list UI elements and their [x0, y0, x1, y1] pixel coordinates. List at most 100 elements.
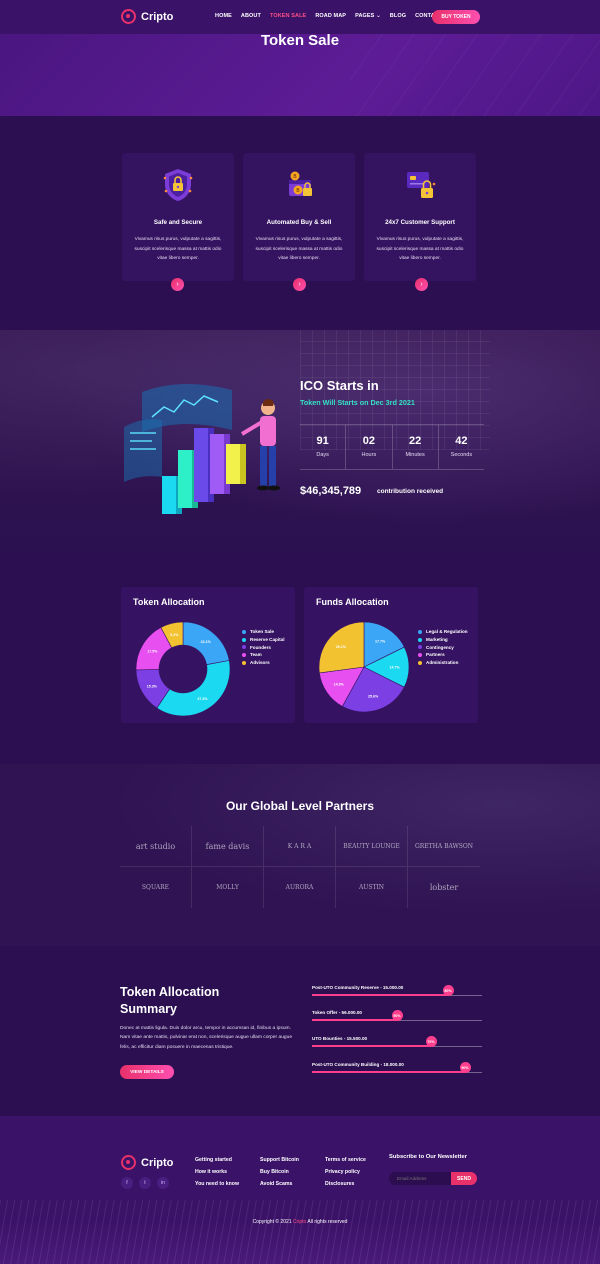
footer-links-col1: Getting started How it works You need to… — [195, 1154, 239, 1190]
progress-item: Post-UTO Community Reserve - 15.000.00 8… — [312, 985, 482, 1005]
feature-title: Safe and Secure — [153, 219, 203, 226]
countdown-label: Hours — [361, 452, 377, 458]
progress-badge: 50% — [391, 1010, 403, 1021]
partner-logo[interactable]: K A R A — [264, 826, 336, 867]
legend-label: Token Sale — [250, 629, 274, 634]
newsletter-email-input[interactable] — [389, 1172, 451, 1185]
footer-wave-decoration — [0, 1200, 600, 1264]
footer-link[interactable]: Disclosures — [325, 1178, 366, 1190]
buy-token-button[interactable]: BUY TOKEN — [432, 10, 480, 24]
legend-dot — [242, 629, 246, 634]
brand-name: Cripto — [141, 10, 174, 23]
legend-label: Team — [250, 652, 262, 658]
progress-item: UTO Bounties - 15.500.00 70% — [312, 1036, 482, 1056]
feature-arrow-button[interactable]: › — [171, 278, 184, 291]
nav-blog[interactable]: BLOG — [390, 13, 406, 19]
feature-arrow-button[interactable]: › — [293, 278, 306, 291]
legend-dot — [418, 637, 422, 642]
feature-card: B B Automated Buy & Sell Vivamus risus p… — [243, 153, 355, 281]
chevron-right-icon: › — [298, 281, 301, 288]
footer-link[interactable]: How it works — [195, 1166, 239, 1178]
funds-allocation-legend: Legal & Regulation Marketing Contingency… — [418, 628, 468, 667]
partner-logo[interactable]: lobster — [408, 867, 480, 908]
token-allocation-card: Token Allocation 22.1% 37.3% 15.3% 17.5% 6.2… — [121, 587, 295, 723]
footer-link[interactable]: Support Bitcoin — [260, 1154, 299, 1166]
summary-title: Token Allocation Summary — [120, 985, 220, 1016]
progress-fill — [312, 1071, 465, 1073]
contribution-label: contribution received — [377, 488, 444, 495]
footer-logo[interactable]: Cripto — [121, 1155, 173, 1170]
legend-dot — [242, 637, 246, 642]
legend-dot — [418, 629, 422, 634]
legend-item: Reserve Capital — [242, 636, 284, 644]
partner-logo[interactable]: AUSTIN — [336, 867, 408, 908]
svg-text:B: B — [293, 174, 297, 180]
partner-logo[interactable]: art studio — [120, 826, 192, 867]
twitter-icon[interactable]: t — [139, 1177, 151, 1189]
main-menu: HOME ABOUT TOKEN SALE ROAD MAP PAGES ⌄ B… — [215, 13, 442, 19]
partners-title: Our Global Level Partners — [225, 799, 375, 813]
legend-item: Team — [242, 651, 284, 659]
nav-token-sale[interactable]: TOKEN SALE — [270, 13, 306, 19]
copyright-suffix: All rights reserved — [307, 1219, 348, 1225]
legend-label: Reserve Capital — [250, 636, 285, 642]
progress-label: Token Offer - 56.000.00 — [312, 1010, 362, 1015]
countdown-hours: 02 Hours — [346, 425, 393, 469]
footer-link[interactable]: Buy Bitcoin — [260, 1166, 299, 1178]
progress-badge: 70% — [425, 1036, 437, 1047]
nav-about[interactable]: ABOUT — [241, 13, 261, 19]
shield-lock-icon — [163, 169, 193, 201]
partner-logo[interactable]: SQUARE — [120, 867, 192, 908]
partner-logo[interactable]: fame davis — [192, 826, 264, 867]
funds-allocation-card: Funds Allocation 17.7% 14.7% 25.6% 14.9% 26.… — [304, 587, 478, 723]
funds-allocation-title: Funds Allocation — [316, 597, 389, 607]
brand-logo[interactable]: Cripto — [121, 9, 173, 24]
partner-logo[interactable]: GRETHA BAWSON — [408, 826, 480, 867]
legend-label: Marketing — [426, 636, 448, 642]
countdown-value: 91 — [316, 435, 329, 447]
partner-logo[interactable]: AURORA — [264, 867, 336, 908]
legend-dot — [418, 653, 422, 658]
nav-pages-label: PAGES — [355, 13, 375, 19]
newsletter-send-button[interactable]: SEND — [451, 1172, 477, 1185]
progress-item: Token Offer - 56.000.00 50% — [312, 1010, 482, 1030]
legend-item: Partners — [418, 651, 468, 659]
footer-brand-name: Cripto — [141, 1156, 174, 1169]
legend-item: Token Sale — [242, 628, 284, 636]
footer-link[interactable]: Getting started — [195, 1154, 239, 1166]
nav-pages[interactable]: PAGES ⌄ — [355, 13, 381, 19]
footer-link[interactable]: Terms of service — [325, 1154, 366, 1166]
feature-title: 24x7 Customer Support — [385, 219, 455, 226]
nav-home[interactable]: HOME — [215, 13, 232, 19]
footer-link[interactable]: Avoid Scams — [260, 1178, 299, 1190]
feature-text: Vivamus risus purus, vulputate a sagitti… — [255, 237, 343, 261]
linkedin-icon[interactable]: in — [157, 1177, 169, 1189]
footer-link[interactable]: You need to know — [195, 1178, 239, 1190]
progress-label: UTO Bounties - 15.500.00 — [312, 1036, 368, 1041]
progress-fill — [312, 1019, 397, 1021]
legend-dot — [242, 645, 246, 650]
slice-label: 14.7% — [389, 665, 400, 669]
logo-icon — [121, 1155, 136, 1170]
slice-label: 17.7% — [375, 639, 386, 643]
nav-road-map[interactable]: ROAD MAP — [315, 13, 346, 19]
partner-logo[interactable]: BEAUTY LOUNGE — [336, 826, 408, 867]
footer-link[interactable]: Privacy policy — [325, 1166, 366, 1178]
copyright-brand-link[interactable]: Cripto — [293, 1219, 306, 1225]
funds-allocation-chart: 17.7% 14.7% 25.6% 14.9% 26.1% — [318, 621, 410, 713]
feature-text: Vivamus risus purus, vulputate a sagitti… — [134, 237, 222, 261]
copyright: Copyright © 2021 Cripto All rights reser… — [0, 1219, 600, 1225]
legend-dot — [418, 645, 422, 650]
token-allocation-legend: Token Sale Reserve Capital Founders Team… — [242, 628, 284, 667]
svg-text:B: B — [296, 188, 300, 194]
slice-label: 14.9% — [334, 683, 345, 687]
feature-card: Safe and Secure Vivamus risus purus, vul… — [122, 153, 234, 281]
countdown-minutes: 22 Minutes — [393, 425, 439, 469]
progress-label: Post-UTO Community Reserve - 15.000.00 — [312, 985, 404, 990]
countdown-timer: 91 Days 02 Hours 22 Minutes 42 Seconds — [300, 424, 484, 470]
view-details-button[interactable]: VIEW DETAILS — [120, 1065, 174, 1079]
feature-arrow-button[interactable]: › — [415, 278, 428, 291]
partner-logo[interactable]: MOLLY — [192, 867, 264, 908]
facebook-icon[interactable]: f — [121, 1177, 133, 1189]
legend-dot — [242, 653, 246, 658]
